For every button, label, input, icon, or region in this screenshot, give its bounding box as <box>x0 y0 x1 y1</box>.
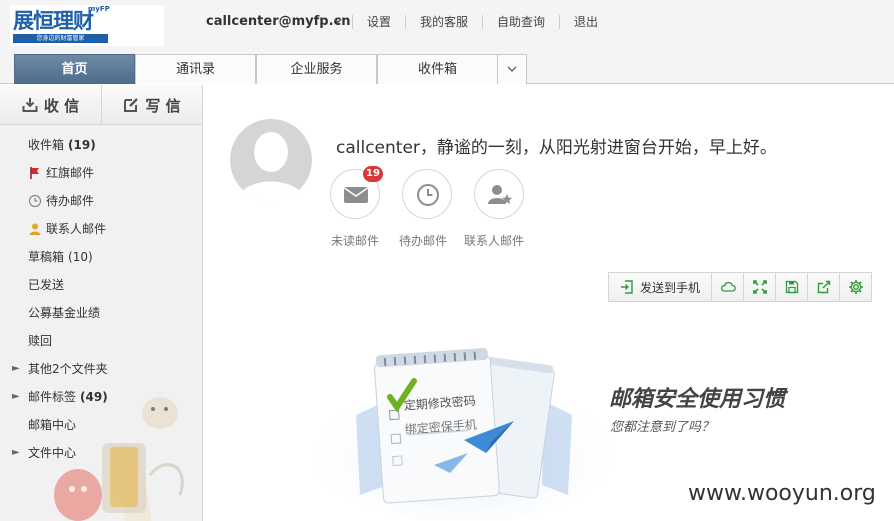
clock-icon <box>417 184 439 206</box>
contact-mail-label[interactable]: 联系人邮件 <box>464 232 524 249</box>
top-header: 展恒理财 myFP 您身边的财富管家 callcenter@myfp.cn 设置… <box>0 0 894 54</box>
receive-button[interactable]: 收 信 <box>0 85 101 125</box>
tab-contacts[interactable]: 通讯录 <box>135 54 256 84</box>
receive-label: 收 信 <box>43 96 80 115</box>
promo-toolbar: 发送到手机 <box>608 272 872 302</box>
self-query-link[interactable]: 自助查询 <box>483 14 559 30</box>
promo-subtitle: 您都注意到了吗？ <box>610 420 715 435</box>
share-icon <box>817 280 830 294</box>
folder-count: (10) <box>68 250 93 264</box>
cloud-button[interactable] <box>711 273 743 301</box>
send-to-phone-button[interactable]: 发送到手机 <box>609 273 711 301</box>
send-to-phone-label: 发送到手机 <box>639 280 700 295</box>
chevron-down-icon <box>507 66 517 72</box>
todo-mail-button[interactable] <box>402 169 452 219</box>
settings-icon <box>848 280 863 294</box>
folder-label: 待办邮件 <box>46 194 95 208</box>
tab-enterprise[interactable]: 企业服务 <box>256 54 377 84</box>
save-icon <box>785 280 798 294</box>
account-menu[interactable]: callcenter@myfp.cn <box>206 14 351 30</box>
brand-name: 展恒理财 <box>13 9 94 33</box>
folder-other-folders[interactable]: ► 其他2个文件夹 <box>0 355 202 383</box>
sidebar: 收 信 写 信 收件箱 (19) 红旗邮件 待办邮件 联系人邮件 草稿箱 (10… <box>0 85 203 521</box>
cloud-icon <box>720 281 736 292</box>
unread-badge: 19 <box>363 166 383 182</box>
brand-logo[interactable]: 展恒理财 myFP 您身边的财富管家 <box>10 5 164 46</box>
brand-sup: myFP <box>88 5 110 13</box>
tab-more-button[interactable] <box>497 54 527 84</box>
send-to-phone-icon <box>620 280 633 294</box>
folder-label: 收件箱 <box>28 138 65 152</box>
folder-fund-performance[interactable]: 公募基金业绩 <box>0 299 202 327</box>
folder-label: 红旗邮件 <box>46 166 95 180</box>
unread-mail-label[interactable]: 未读邮件 <box>331 232 379 249</box>
contact-mail-button[interactable] <box>474 169 524 219</box>
save-button[interactable] <box>775 273 807 301</box>
folder-inbox[interactable]: 收件箱 (19) <box>0 131 202 159</box>
chevron-right-icon[interactable]: ► <box>12 439 20 467</box>
folder-drafts[interactable]: 草稿箱 (10) <box>0 243 202 271</box>
todo-mail-label[interactable]: 待办邮件 <box>399 232 447 249</box>
folder-sent[interactable]: 已发送 <box>0 271 202 299</box>
fullscreen-button[interactable] <box>743 273 775 301</box>
tab-home[interactable]: 首页 <box>14 54 135 84</box>
folder-contact-mail[interactable]: 联系人邮件 <box>0 215 202 243</box>
security-tips-illustration: 定期修改密码 绑定密保手机 <box>309 348 619 521</box>
folder-label: 联系人邮件 <box>46 222 107 236</box>
contact-star-icon <box>488 185 512 204</box>
share-button[interactable] <box>807 273 839 301</box>
expand-icon <box>752 280 767 294</box>
brand-tagline: 您身边的财富管家 <box>13 34 108 43</box>
chevron-right-icon[interactable]: ► <box>12 355 20 383</box>
folder-count: (19) <box>68 138 96 152</box>
download-tray-icon <box>22 98 38 112</box>
logout-link[interactable]: 退出 <box>560 14 612 30</box>
chevron-down-icon[interactable] <box>334 17 342 25</box>
top-links: 设置 我的客服 自助查询 退出 <box>352 14 612 30</box>
folder-label: 已发送 <box>28 278 65 292</box>
watermark-text: www.wooyun.org <box>688 481 876 506</box>
promo-title: 邮箱安全使用习惯 <box>609 387 786 412</box>
clock-icon <box>28 194 42 208</box>
folder-label: 草稿箱 <box>28 250 65 264</box>
chevron-right-icon[interactable]: ► <box>12 383 20 411</box>
folder-label: 其他2个文件夹 <box>28 362 108 376</box>
greeting-text: callcenter，静谧的一刻，从阳光射进窗台开始，早上好。 <box>336 138 777 158</box>
compose-row: 收 信 写 信 <box>0 85 202 125</box>
folder-label: 公募基金业绩 <box>28 306 101 320</box>
compose-label: 写 信 <box>145 96 181 115</box>
sidebar-decoration-illustration <box>54 397 184 521</box>
contact-icon <box>29 223 41 235</box>
tab-inbox[interactable]: 收件箱 <box>377 54 498 84</box>
my-service-link[interactable]: 我的客服 <box>406 14 482 30</box>
red-flag-icon <box>30 167 39 179</box>
user-silhouette-icon <box>238 132 304 201</box>
folder-label: 赎回 <box>28 334 53 348</box>
unread-mail-button[interactable]: 19 <box>330 166 383 219</box>
settings-button[interactable] <box>839 273 871 301</box>
edit-icon <box>124 98 139 112</box>
compose-button[interactable]: 写 信 <box>101 85 202 125</box>
tab-bar: 首页 通讯录 企业服务 收件箱 <box>0 54 894 84</box>
folder-redemption[interactable]: 赎回 <box>0 327 202 355</box>
envelope-icon <box>344 187 368 203</box>
settings-link[interactable]: 设置 <box>353 14 405 30</box>
avatar[interactable] <box>230 119 312 201</box>
main-panel: callcenter，静谧的一刻，从阳光射进窗台开始，早上好。 19 未读邮件 … <box>204 85 894 521</box>
folder-red-flag[interactable]: 红旗邮件 <box>0 159 202 187</box>
folder-todo[interactable]: 待办邮件 <box>0 187 202 215</box>
